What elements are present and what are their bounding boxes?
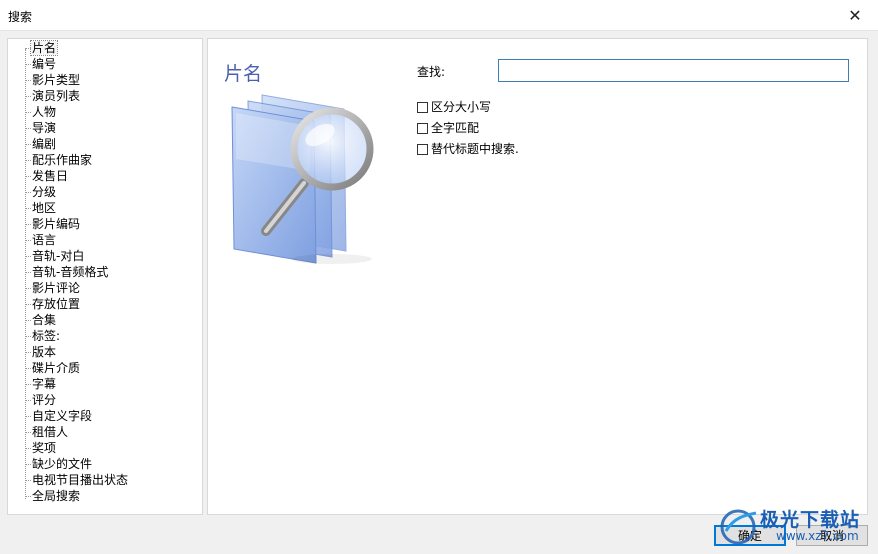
cancel-button[interactable]: 取消 [796, 525, 868, 546]
field-tree: 片名 编号影片类型演员列表人物导演编剧配乐作曲家发售日分级地区影片编码语言音轨-对… [8, 39, 202, 514]
tree-item-label: 全局搜索 [32, 489, 81, 503]
tree-item-label: 分级 [32, 185, 57, 199]
find-input[interactable] [498, 59, 849, 82]
tree-item[interactable]: 音轨-音频格式 [8, 264, 109, 280]
tree-item[interactable]: 分级 [8, 184, 57, 200]
tree-item[interactable]: 影片编码 [8, 216, 81, 232]
checkbox-label: 全字匹配 [431, 121, 480, 135]
tree-item[interactable]: 编号 [8, 56, 57, 72]
tree-item-label: 碟片介质 [32, 361, 81, 375]
tree-item[interactable]: 租借人 [8, 424, 69, 440]
tree-item[interactable]: 缺少的文件 [8, 456, 93, 472]
field-tree-panel: 片名 编号影片类型演员列表人物导演编剧配乐作曲家发售日分级地区影片编码语言音轨-对… [7, 38, 203, 515]
checkbox-box[interactable] [417, 122, 428, 134]
tree-item-label: 地区 [32, 201, 57, 215]
case-sensitive-checkbox[interactable]: 区分大小写 [417, 99, 491, 115]
tree-item[interactable]: 导演 [8, 120, 57, 136]
search-document-icon [231, 94, 374, 264]
checkbox-box[interactable] [417, 101, 428, 113]
tree-item-label: 影片评论 [32, 281, 81, 295]
tree-item[interactable]: 人物 [8, 104, 57, 120]
tree-item-label: 语言 [32, 233, 57, 247]
tree-item-label: 电视节目播出状态 [32, 473, 129, 487]
tree-item-label: 编号 [32, 57, 57, 71]
tree-item-label: 自定义字段 [32, 409, 93, 423]
tree-item-label: 奖项 [32, 441, 57, 455]
tree-item[interactable]: 碟片介质 [8, 360, 81, 376]
field-heading: 片名 [224, 63, 263, 85]
tree-item-label: 影片类型 [32, 73, 81, 87]
tree-item[interactable]: 片名 [8, 40, 59, 56]
tree-item-label: 评分 [32, 393, 57, 407]
tree-item-label: 片名 [29, 40, 59, 56]
checkbox-label: 区分大小写 [431, 100, 492, 114]
search-panel: 片名 查找: 区分大小写 全字匹配 替代标题中搜索. [207, 38, 868, 515]
tree-item[interactable]: 评分 [8, 392, 57, 408]
tree-item[interactable]: 语言 [8, 232, 57, 248]
tree-item[interactable]: 编剧 [8, 136, 57, 152]
tree-item[interactable]: 存放位置 [8, 296, 81, 312]
tree-item-label: 存放位置 [32, 297, 81, 311]
tree-item[interactable]: 版本 [8, 344, 57, 360]
whole-word-checkbox[interactable]: 全字匹配 [417, 120, 479, 136]
tree-item[interactable]: 发售日 [8, 168, 69, 184]
tree-item[interactable]: 合集 [8, 312, 57, 328]
tree-item[interactable]: 奖项 [8, 440, 57, 456]
tree-item-label: 演员列表 [32, 89, 81, 103]
tree-item[interactable]: 电视节目播出状态 [8, 472, 129, 488]
tree-item-label: 配乐作曲家 [32, 153, 93, 167]
tree-item-label: 合集 [32, 313, 57, 327]
tree-item-label: 标签: [32, 329, 61, 343]
find-label: 查找: [417, 65, 446, 79]
tree-item-label: 导演 [32, 121, 57, 135]
window-title: 搜索 [8, 10, 33, 24]
tree-item-label: 字幕 [32, 377, 57, 391]
tree-item[interactable]: 标签: [8, 328, 61, 344]
title-bar: 搜索 ✕ [0, 0, 878, 31]
tree-item[interactable]: 地区 [8, 200, 57, 216]
tree-item-label: 音轨-音频格式 [32, 265, 109, 279]
tree-item[interactable]: 自定义字段 [8, 408, 93, 424]
tree-item-label: 音轨-对白 [32, 249, 85, 263]
tree-item-label: 影片编码 [32, 217, 81, 231]
tree-item-label: 版本 [32, 345, 57, 359]
tree-item-label: 人物 [32, 105, 57, 119]
tree-item[interactable]: 字幕 [8, 376, 57, 392]
checkbox-box[interactable] [417, 143, 428, 155]
tree-item-label: 编剧 [32, 137, 57, 151]
tree-item-label: 缺少的文件 [32, 457, 93, 471]
tree-item[interactable]: 配乐作曲家 [8, 152, 93, 168]
tree-item[interactable]: 影片类型 [8, 72, 81, 88]
close-icon[interactable]: ✕ [832, 0, 878, 30]
tree-item[interactable]: 演员列表 [8, 88, 81, 104]
search-alt-title-checkbox[interactable]: 替代标题中搜索. [417, 141, 519, 157]
tree-item[interactable]: 音轨-对白 [8, 248, 85, 264]
checkbox-label: 替代标题中搜索. [431, 142, 519, 156]
tree-item[interactable]: 全局搜索 [8, 488, 81, 504]
tree-item-label: 租借人 [32, 425, 69, 439]
tree-item[interactable]: 影片评论 [8, 280, 81, 296]
tree-item-label: 发售日 [32, 169, 69, 183]
ok-button[interactable]: 确定 [714, 525, 786, 546]
